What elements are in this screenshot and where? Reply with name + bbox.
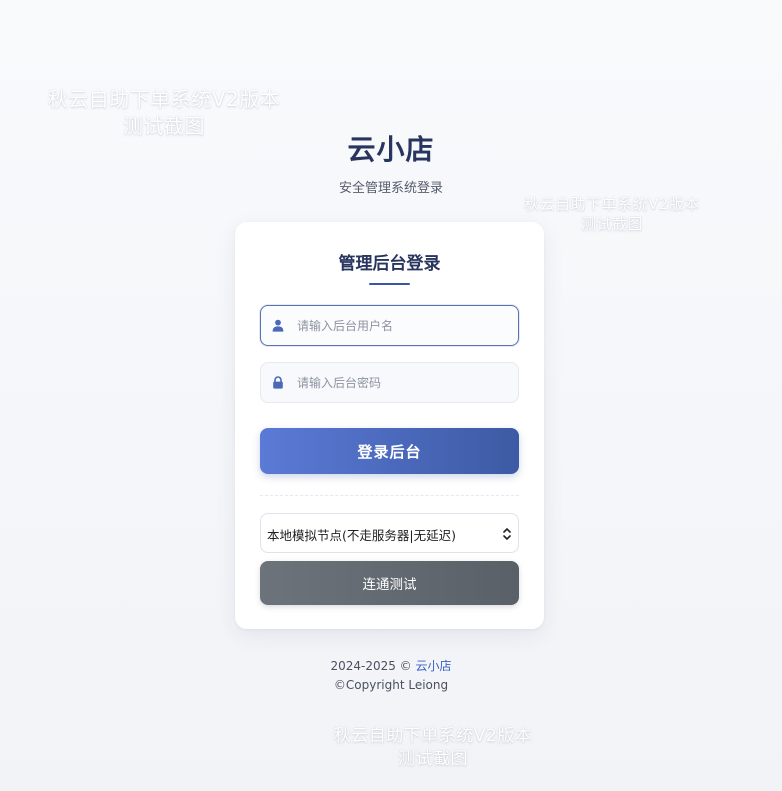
footer-copyright-owner: ©Copyright Leiong bbox=[333, 678, 449, 692]
divider bbox=[260, 495, 519, 496]
card-title: 管理后台登录 bbox=[338, 254, 441, 274]
footer-years: 2024-2025 © bbox=[330, 659, 412, 673]
login-card: 管理后台登录 登录后台 本地模拟节点(不走服务器|无延迟) 连通测试 bbox=[235, 222, 544, 629]
footer-brand-link[interactable]: 云小店 bbox=[416, 659, 452, 673]
watermark-line1: 秋云自助下单系统V2版本 bbox=[333, 726, 533, 746]
title-underline bbox=[369, 283, 410, 285]
username-input[interactable] bbox=[297, 306, 512, 345]
brand-subtitle: 安全管理系统登录 bbox=[338, 181, 443, 196]
connectivity-test-button[interactable]: 连通测试 bbox=[260, 561, 519, 605]
footer-copyright-years: 2024-2025 © 云小店 bbox=[0, 657, 782, 674]
watermark-right: 秋云自助下单系统V2版本 测试截图 bbox=[522, 194, 702, 235]
username-field[interactable] bbox=[260, 305, 519, 346]
watermark-line1: 秋云自助下单系统V2版本 bbox=[524, 195, 700, 213]
lock-icon bbox=[273, 376, 283, 389]
user-icon bbox=[272, 319, 284, 332]
node-select-value: 本地模拟节点(不走服务器|无延迟) bbox=[267, 528, 456, 543]
watermark-line1: 秋云自助下单系统V2版本 bbox=[47, 87, 281, 111]
login-button[interactable]: 登录后台 bbox=[260, 428, 519, 474]
watermark-line2: 测试截图 bbox=[398, 748, 468, 769]
brand-title: 云小店 bbox=[347, 133, 435, 166]
password-field[interactable] bbox=[260, 362, 519, 403]
node-select[interactable]: 本地模拟节点(不走服务器|无延迟) bbox=[260, 513, 519, 553]
password-input[interactable] bbox=[297, 363, 512, 402]
updown-chevron-icon bbox=[503, 528, 511, 540]
watermark-bottom: 秋云自助下单系统V2版本 测试截图 bbox=[333, 725, 533, 771]
watermark-line2: 测试截图 bbox=[580, 215, 643, 234]
